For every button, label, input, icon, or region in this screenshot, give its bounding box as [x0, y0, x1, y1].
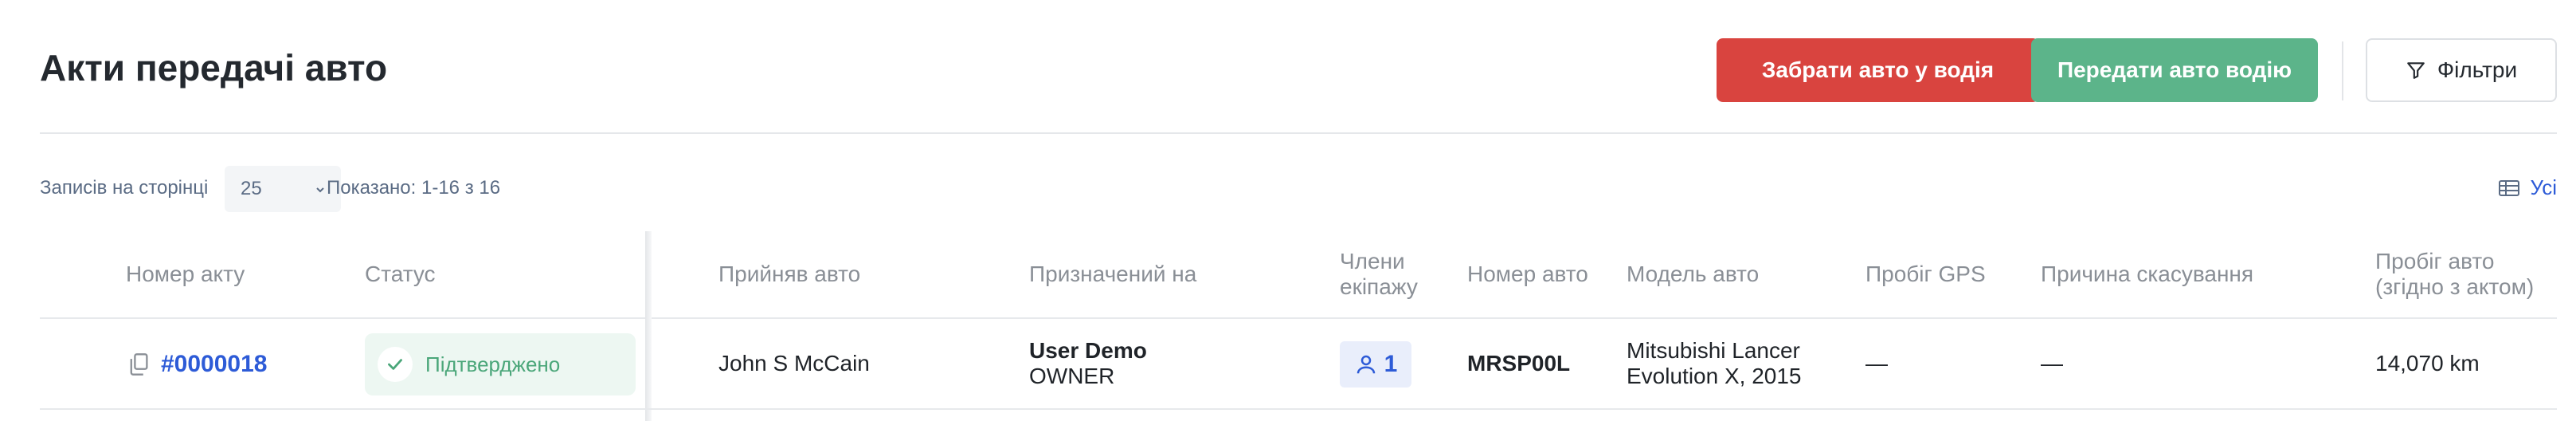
- car-model-line1: Mitsubishi Lancer: [1627, 338, 1800, 363]
- header-divider: [40, 132, 2557, 134]
- table-columns-icon: [2499, 179, 2520, 196]
- col-crew-line1: Члени: [1340, 249, 1405, 273]
- col-car-model[interactable]: Модель авто: [1627, 262, 1759, 287]
- crew-count: 1: [1384, 351, 1398, 377]
- act-mileage: 14,070 km: [2375, 351, 2480, 376]
- col-gps-mileage[interactable]: Пробіг GPS: [1865, 262, 1986, 287]
- per-page-label: Записів на сторінці: [40, 177, 209, 199]
- check-icon: [378, 347, 413, 382]
- act-number-link[interactable]: #0000018: [127, 351, 267, 378]
- col-car-number[interactable]: Номер авто: [1467, 262, 1588, 287]
- col-act-mileage-line1: Пробіг авто: [2375, 249, 2495, 273]
- user-icon: [1357, 355, 1375, 374]
- col-act-mileage[interactable]: Пробіг авто (згідно з актом): [2375, 249, 2534, 300]
- assigned-name: User Demo: [1029, 338, 1147, 363]
- car-model-line2: Evolution X, 2015: [1627, 364, 1802, 388]
- col-assigned-to[interactable]: Призначений на: [1029, 262, 1196, 287]
- take-car-button[interactable]: Забрати авто у водія: [1717, 38, 2039, 102]
- cancel-reason: —: [2041, 351, 2063, 376]
- col-status[interactable]: Статус: [365, 262, 436, 287]
- per-page-value: 25: [241, 178, 262, 199]
- col-act-number[interactable]: Номер акту: [126, 262, 245, 287]
- page-header: Акти передачі авто Забрати авто у водія …: [40, 0, 2557, 134]
- header-separator: [2342, 41, 2343, 100]
- col-cancel-reason[interactable]: Причина скасування: [2041, 262, 2253, 287]
- page-title: Акти передачі авто: [40, 47, 388, 89]
- columns-button-label: Усі: [2530, 175, 2557, 199]
- col-accepted-by[interactable]: Прийняв авто: [718, 262, 860, 287]
- col-act-mileage-line2: (згідно з актом): [2375, 274, 2535, 299]
- row-divider: [40, 408, 2557, 410]
- table-header-divider: [40, 317, 2557, 319]
- col-crew[interactable]: Члени екіпажу: [1340, 249, 1418, 300]
- crew-count-badge[interactable]: 1: [1340, 341, 1411, 388]
- act-number[interactable]: #0000018: [161, 351, 267, 378]
- filters-button[interactable]: Фільтри: [2366, 38, 2557, 102]
- columns-button[interactable]: Усі: [2498, 175, 2557, 200]
- status-badge: Підтверджено: [365, 333, 636, 395]
- accepted-by: John S McCain: [718, 351, 870, 376]
- copy-icon: [130, 353, 148, 376]
- gps-mileage: —: [1865, 351, 1888, 376]
- chevron-down-icon: [316, 187, 324, 193]
- per-page-select[interactable]: 25: [225, 166, 341, 212]
- status-text: Підтверджено: [425, 352, 561, 376]
- col-crew-line2: екіпажу: [1340, 274, 1418, 299]
- give-car-button[interactable]: Передати авто водію: [2031, 38, 2318, 102]
- assigned-role: OWNER: [1029, 364, 1115, 388]
- shown-count: Показано: 1-16 з 16: [327, 177, 501, 199]
- table-toolbar: Записів на сторінці 25 Показано: 1-16 з …: [40, 166, 2557, 212]
- filters-button-label: Фільтри: [2437, 57, 2518, 82]
- filter-icon: [2407, 62, 2425, 79]
- car-number: MRSP00L: [1467, 351, 1571, 376]
- sticky-columns-shadow: [645, 231, 652, 421]
